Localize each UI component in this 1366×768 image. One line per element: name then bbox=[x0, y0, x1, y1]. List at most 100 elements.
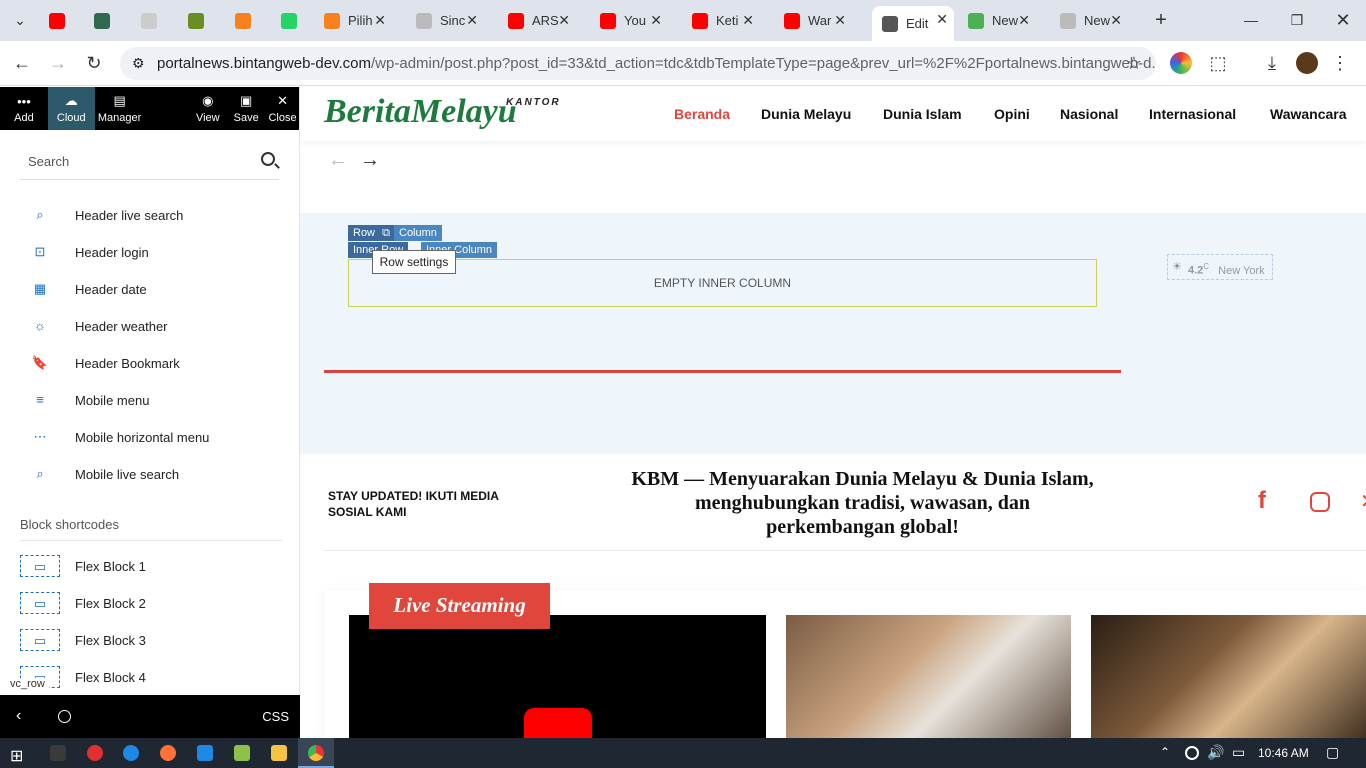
browser-tab[interactable]: ARS ✕ bbox=[502, 7, 576, 34]
row-tag[interactable]: Row bbox=[348, 225, 381, 241]
element-item[interactable]: ≡ Mobile menu bbox=[20, 387, 149, 413]
browser-tab[interactable]: Edit ✕ bbox=[872, 6, 954, 41]
browser-tab[interactable] bbox=[182, 7, 214, 34]
copy-icon[interactable]: ⧉ bbox=[378, 225, 394, 241]
forward-button[interactable]: → bbox=[46, 51, 70, 75]
video-player[interactable] bbox=[349, 615, 766, 738]
element-search[interactable]: Search bbox=[20, 150, 279, 180]
extension-color-icon[interactable] bbox=[1170, 52, 1192, 74]
browser-tab[interactable]: Pilih ✕ bbox=[318, 7, 392, 34]
block-item[interactable]: ▭ Flex Block 3 bbox=[20, 627, 146, 653]
browser-tab[interactable]: War ✕ bbox=[778, 7, 852, 34]
element-item[interactable]: ⌕ Mobile live search bbox=[20, 461, 179, 487]
tab-close-icon[interactable]: ✕ bbox=[650, 12, 662, 29]
tab-close-icon[interactable]: ✕ bbox=[936, 11, 948, 28]
nav-item[interactable]: Dunia Islam bbox=[883, 106, 962, 122]
app-icon[interactable] bbox=[50, 745, 66, 761]
element-item[interactable]: ⊡ Header login bbox=[20, 239, 149, 265]
browser-tab[interactable]: New ✕ bbox=[1054, 7, 1128, 34]
block-item[interactable]: ▭ Flex Block 2 bbox=[20, 590, 146, 616]
x-twitter-icon[interactable]: ✕ bbox=[1360, 489, 1366, 514]
tab-close-icon[interactable]: ✕ bbox=[834, 12, 846, 29]
browser-tab[interactable] bbox=[229, 7, 261, 34]
tab-close-icon[interactable]: ✕ bbox=[1110, 12, 1122, 29]
empty-inner-column[interactable]: EMPTY INNER COLUMN bbox=[348, 259, 1097, 307]
element-item[interactable]: ⋯ Mobile horizontal menu bbox=[20, 424, 210, 450]
url-bar[interactable]: ⚙ portalnews.bintangweb-dev.com/wp-admin… bbox=[120, 47, 1156, 80]
notepad-icon[interactable] bbox=[234, 745, 250, 761]
extensions-puzzle-icon[interactable]: ⬚ bbox=[1206, 51, 1230, 75]
weather-widget[interactable]: ☀ 4.2C New York bbox=[1167, 254, 1273, 280]
tab-close-icon[interactable]: ✕ bbox=[374, 12, 386, 29]
chrome-menu-icon[interactable]: ⋮ bbox=[1328, 51, 1352, 75]
article-image-1[interactable] bbox=[786, 615, 1071, 738]
vscode-icon[interactable] bbox=[197, 745, 213, 761]
browser-tab[interactable]: Keti ✕ bbox=[686, 7, 760, 34]
edge-icon[interactable] bbox=[123, 745, 139, 761]
tab-close-icon[interactable]: ✕ bbox=[466, 12, 478, 29]
browser-tab[interactable] bbox=[275, 7, 307, 34]
element-item[interactable]: 🔖 Header Bookmark bbox=[20, 350, 180, 376]
nav-item[interactable]: Dunia Melayu bbox=[761, 106, 851, 122]
arrow-right-icon[interactable]: → bbox=[360, 149, 380, 172]
tray-chevron-icon[interactable]: ⌃ bbox=[1160, 745, 1170, 759]
instagram-icon[interactable] bbox=[1310, 492, 1330, 512]
downloads-icon[interactable]: ⤓ bbox=[1260, 51, 1284, 75]
facebook-icon[interactable]: f bbox=[1258, 487, 1266, 515]
new-tab-button[interactable]: + bbox=[1147, 8, 1175, 32]
volume-icon[interactable]: 🔊 bbox=[1207, 744, 1224, 761]
reload-button[interactable]: ↻ bbox=[82, 51, 106, 75]
network-icon[interactable]: ▭ bbox=[1232, 744, 1245, 761]
cloud-button[interactable]: ☁ Cloud bbox=[47, 87, 95, 130]
block-item[interactable]: ▭ Flex Block 1 bbox=[20, 553, 146, 579]
tab-close-icon[interactable]: ✕ bbox=[742, 12, 754, 29]
browser-tab[interactable] bbox=[88, 7, 120, 34]
tab-close-icon[interactable]: ✕ bbox=[558, 12, 570, 29]
save-button[interactable]: ▣ Save bbox=[226, 87, 266, 130]
chrome-taskbar-icon[interactable] bbox=[298, 738, 334, 768]
chevron-left-icon[interactable]: ‹ bbox=[16, 707, 21, 725]
tab-search-button[interactable]: ⌄ bbox=[6, 8, 34, 32]
search-icon[interactable] bbox=[261, 152, 275, 166]
arrow-left-icon[interactable]: ← bbox=[328, 149, 348, 172]
nav-item[interactable]: Internasional bbox=[1149, 106, 1236, 122]
back-button[interactable]: ← bbox=[10, 51, 34, 75]
tray-record-icon[interactable] bbox=[1185, 746, 1199, 760]
browser-tab[interactable]: Sinc ✕ bbox=[410, 7, 484, 34]
browser-tab[interactable]: You ✕ bbox=[594, 7, 668, 34]
close-window-button[interactable]: ✕ bbox=[1329, 8, 1357, 32]
youtube-play-icon[interactable] bbox=[524, 708, 592, 738]
opera-icon[interactable] bbox=[87, 745, 103, 761]
nav-item[interactable]: Wawancara bbox=[1270, 106, 1347, 122]
windows-start-icon[interactable]: ⊞ bbox=[10, 746, 23, 766]
maximize-button[interactable]: ❐ bbox=[1283, 8, 1311, 32]
minimize-button[interactable]: — bbox=[1237, 8, 1265, 32]
browser-tab[interactable] bbox=[43, 7, 75, 34]
manager-button[interactable]: ▤ Manager bbox=[95, 87, 145, 130]
article-image-2[interactable] bbox=[1091, 615, 1366, 738]
site-logo[interactable]: BeritaMelayu bbox=[324, 93, 517, 131]
element-item[interactable]: ☼ Header weather bbox=[20, 313, 167, 339]
notification-icon[interactable]: ▢ bbox=[1326, 744, 1339, 761]
element-item[interactable]: ▦ Header date bbox=[20, 276, 147, 302]
close-button[interactable]: ✕ Close bbox=[266, 87, 299, 130]
browser-tab[interactable] bbox=[135, 7, 167, 34]
bookmark-star-icon[interactable]: ☆ bbox=[1126, 47, 1142, 80]
clock[interactable]: 10:46 AM bbox=[1258, 746, 1309, 760]
view-button[interactable]: ◉ View bbox=[189, 87, 226, 130]
column-tag[interactable]: Column bbox=[394, 225, 442, 241]
css-button[interactable]: CSS bbox=[262, 709, 289, 724]
add-button[interactable]: ••• Add bbox=[0, 87, 48, 130]
file-explorer-icon[interactable] bbox=[271, 745, 287, 761]
nav-item[interactable]: Nasional bbox=[1060, 106, 1118, 122]
tab-close-icon[interactable]: ✕ bbox=[1018, 12, 1030, 29]
browser-tab[interactable]: New ✕ bbox=[962, 7, 1036, 34]
history-icon[interactable] bbox=[58, 710, 71, 723]
nav-item[interactable]: Beranda bbox=[674, 106, 730, 122]
site-info-icon[interactable]: ⚙ bbox=[132, 47, 145, 80]
profile-avatar[interactable] bbox=[1296, 52, 1318, 74]
firefox-icon[interactable] bbox=[160, 745, 176, 761]
element-item[interactable]: ⌕ Header live search bbox=[20, 202, 183, 228]
manager-label: Manager bbox=[97, 112, 142, 124]
nav-item[interactable]: Opini bbox=[994, 106, 1030, 122]
